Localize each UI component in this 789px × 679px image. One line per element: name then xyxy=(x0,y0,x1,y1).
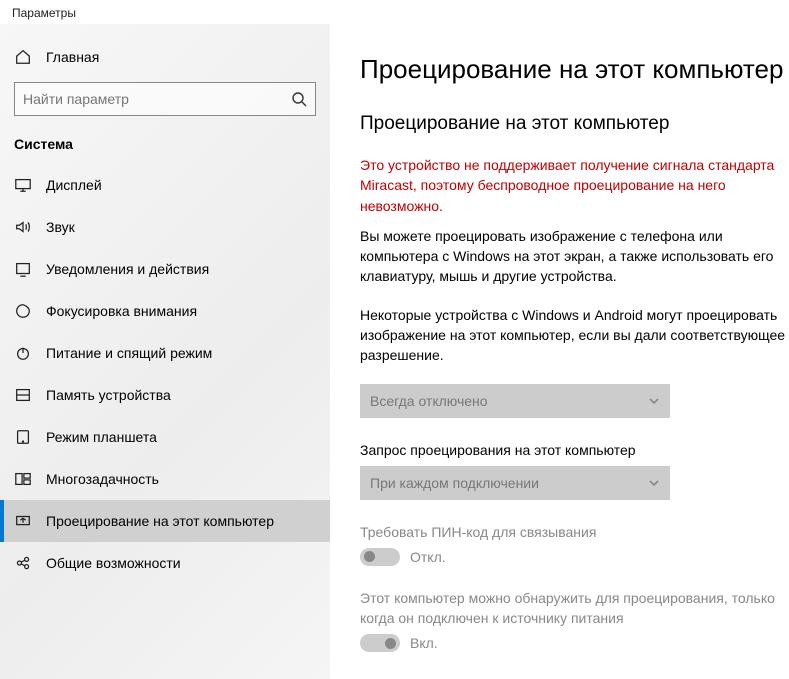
shared-icon xyxy=(14,554,32,572)
pin-toggle[interactable] xyxy=(360,548,400,566)
description-2: Некоторые устройства с Windows и Android… xyxy=(360,305,789,366)
nav-label: Память устройства xyxy=(46,387,171,403)
nav-label: Фокусировка внимания xyxy=(46,303,197,319)
discover-toggle[interactable] xyxy=(360,634,400,652)
display-icon xyxy=(14,176,32,194)
window-title: Параметры xyxy=(0,0,789,24)
nav-item-sound[interactable]: Звук xyxy=(0,206,330,248)
focus-icon xyxy=(14,302,32,320)
nav-label: Звук xyxy=(46,219,75,235)
section-label: Система xyxy=(0,136,330,164)
sound-icon xyxy=(14,218,32,236)
storage-icon xyxy=(14,386,32,404)
search-field[interactable] xyxy=(23,91,291,107)
nav-item-display[interactable]: Дисплей xyxy=(0,164,330,206)
nav-label: Дисплей xyxy=(46,177,102,193)
chevron-down-icon xyxy=(648,477,660,489)
nav-label: Уведомления и действия xyxy=(46,261,209,277)
search-input[interactable] xyxy=(14,82,316,116)
nav-item-notifications[interactable]: Уведомления и действия xyxy=(0,248,330,290)
discover-label: Этот компьютер можно обнаружить для прое… xyxy=(360,588,789,629)
notification-icon xyxy=(14,260,32,278)
nav-item-power[interactable]: Питание и спящий режим xyxy=(0,332,330,374)
discover-state: Вкл. xyxy=(410,635,438,651)
nav-label: Общие возможности xyxy=(46,555,181,571)
home-icon xyxy=(14,48,32,66)
tablet-icon xyxy=(14,428,32,446)
nav-item-shared[interactable]: Общие возможности xyxy=(0,542,330,584)
permission-select-value: Всегда отключено xyxy=(370,393,488,409)
ask-select[interactable]: При каждом подключении xyxy=(360,466,670,500)
nav-item-multitask[interactable]: Многозадачность xyxy=(0,458,330,500)
ask-select-value: При каждом подключении xyxy=(370,475,539,491)
search-icon xyxy=(291,91,307,107)
page-title: Проецирование на этот компьютер xyxy=(360,54,789,85)
nav-label: Проецирование на этот компьютер xyxy=(46,513,274,529)
description-1: Вы можете проецировать изображение с тел… xyxy=(360,226,789,287)
nav-label: Режим планшета xyxy=(46,429,157,445)
nav-item-storage[interactable]: Память устройства xyxy=(0,374,330,416)
page-subtitle: Проецирование на этот компьютер xyxy=(360,113,789,135)
chevron-down-icon xyxy=(648,395,660,407)
permission-select[interactable]: Всегда отключено xyxy=(360,384,670,418)
pin-state: Откл. xyxy=(410,549,446,565)
home-label: Главная xyxy=(46,49,99,65)
multitask-icon xyxy=(14,470,32,488)
miracast-error: Это устройство не поддерживает получение… xyxy=(360,155,780,216)
nav-item-tablet[interactable]: Режим планшета xyxy=(0,416,330,458)
nav-label: Питание и спящий режим xyxy=(46,345,212,361)
projecting-icon xyxy=(14,512,32,530)
ask-label: Запрос проецирования на этот компьютер xyxy=(360,442,789,458)
nav-list: Дисплей Звук Уведомления и действия xyxy=(0,164,330,584)
nav-item-projecting[interactable]: Проецирование на этот компьютер xyxy=(0,500,330,542)
pin-label: Требовать ПИН-код для связывания xyxy=(360,524,789,540)
power-icon xyxy=(14,344,32,362)
nav-label: Многозадачность xyxy=(46,471,159,487)
sidebar: Главная Система Дисп xyxy=(0,24,330,679)
nav-item-focus[interactable]: Фокусировка внимания xyxy=(0,290,330,332)
main-content: Проецирование на этот компьютер Проециро… xyxy=(330,24,789,679)
home-button[interactable]: Главная xyxy=(0,40,330,82)
